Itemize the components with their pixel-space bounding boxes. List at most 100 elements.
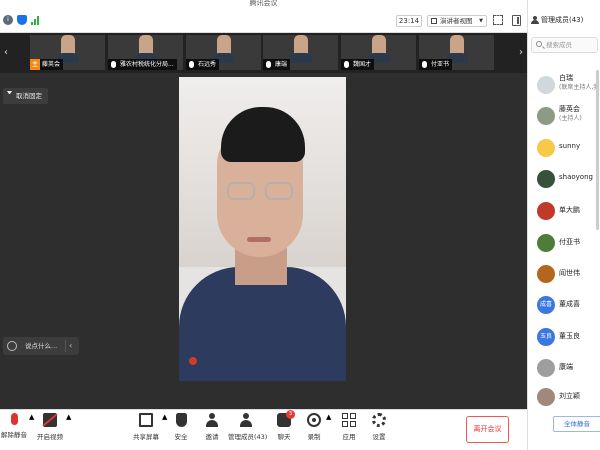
member-name: 阎世伟 xyxy=(559,269,580,277)
mic-icon xyxy=(422,61,427,68)
emoji-icon[interactable] xyxy=(7,341,17,351)
chevron-left-icon[interactable]: ‹ xyxy=(0,33,12,73)
member-item[interactable]: 阎世伟 xyxy=(528,264,600,284)
member-item[interactable]: 白瑞 (联席主持人,我) xyxy=(528,74,600,95)
participant-thumbnail[interactable]: 康端 xyxy=(263,35,338,70)
member-item[interactable]: sunny xyxy=(528,138,600,158)
mute-all-button[interactable]: 全体静音 xyxy=(553,416,600,432)
settings-label: 设置 xyxy=(372,433,386,441)
mic-icon xyxy=(266,61,271,68)
add-user-icon xyxy=(205,413,219,427)
unpin-button[interactable]: 取消固定 xyxy=(3,88,48,104)
video-label: 开启视频 xyxy=(37,433,63,441)
chevron-up-icon[interactable]: ▲ xyxy=(162,413,167,421)
fullscreen-icon[interactable] xyxy=(493,15,503,25)
invite-label: 邀请 xyxy=(205,433,219,441)
avatar xyxy=(537,388,555,406)
thumbnail-label: 魏国才 xyxy=(341,59,375,70)
unread-badge: 3 xyxy=(286,410,295,419)
record-label: 录制 xyxy=(307,433,321,441)
signal-strength-icon[interactable] xyxy=(31,15,41,25)
member-item[interactable]: 康端 xyxy=(528,358,600,378)
mute-button[interactable]: 解除静音 xyxy=(1,413,27,439)
participant-thumbnail-strip: ‹ 藤英会 主 雅农村税统化分局... 石远秀 康端 魏国才 付亚书 › xyxy=(0,33,527,73)
participant-thumbnail[interactable]: 石远秀 xyxy=(186,35,261,70)
title-bar: 腾讯会议 i 23:14 演讲者视图 ▼ xyxy=(0,0,527,33)
security-shield-icon[interactable] xyxy=(17,15,27,25)
sidebar-scrollbar[interactable] xyxy=(596,70,599,230)
member-role: (联席主持人,我) xyxy=(559,84,600,91)
glasses-left-lens xyxy=(227,182,255,200)
chevron-up-icon[interactable]: ▲ xyxy=(326,413,331,421)
member-item[interactable]: 藤英会 (主持人) xyxy=(528,105,600,126)
main-video-stage: 取消固定 说点什么... ‹ xyxy=(0,73,527,409)
security-button[interactable]: 安全 xyxy=(172,413,190,441)
avatar xyxy=(537,170,555,188)
apps-button[interactable]: 应用 xyxy=(340,413,358,441)
side-panel-toggle-icon[interactable] xyxy=(512,15,521,26)
member-item[interactable]: 成喜 董成喜 xyxy=(528,295,600,315)
leave-meeting-button[interactable]: 离开会议 xyxy=(466,416,509,443)
share-screen-button[interactable]: 共享屏幕 xyxy=(133,413,159,441)
chat-label: 聊天 xyxy=(277,433,291,441)
screen-share-icon xyxy=(139,413,153,427)
manage-members-button[interactable]: 管理成员(43) xyxy=(228,413,268,441)
participant-thumbnail[interactable]: 雅农村税统化分局... xyxy=(108,35,183,70)
video-button[interactable]: 开启视频 xyxy=(37,413,63,441)
member-search-input[interactable]: 搜索成员 xyxy=(531,37,598,53)
search-icon xyxy=(536,41,542,47)
participant-face xyxy=(217,35,231,55)
participant-face xyxy=(139,35,153,55)
member-name-block: 藤英会 (主持人) xyxy=(559,105,582,123)
view-mode-dropdown[interactable]: 演讲者视图 ▼ xyxy=(427,15,487,27)
meeting-toolbar: 解除静音 ▲ 开启视频 ▲ 共享屏幕 ▲ 安全 邀请 管理成员(43) 3 聊天… xyxy=(0,409,527,450)
member-item[interactable]: 单大鹏 xyxy=(528,201,600,221)
member-name: 白瑞 xyxy=(559,74,573,82)
avatar xyxy=(537,202,555,220)
member-item[interactable]: 付亚书 xyxy=(528,233,600,253)
pin-icon xyxy=(7,91,12,100)
participant-thumbnail[interactable]: 藤英会 主 xyxy=(30,35,105,70)
avatar xyxy=(537,76,555,94)
chat-icon: 3 xyxy=(277,410,295,427)
apps-tile xyxy=(342,421,348,427)
member-name: 康端 xyxy=(559,363,573,371)
record-button[interactable]: 录制 xyxy=(305,413,323,441)
security-label: 安全 xyxy=(174,433,188,441)
info-icon[interactable]: i xyxy=(3,15,13,25)
host-badge: 主 xyxy=(30,59,40,70)
divider xyxy=(65,340,66,352)
quick-chat-input[interactable]: 说点什么... ‹ xyxy=(3,337,79,355)
settings-button[interactable]: 设置 xyxy=(370,413,388,441)
member-item[interactable]: 玉良 董玉良 xyxy=(528,327,600,347)
thumbnail-name: 康端 xyxy=(275,61,288,68)
avatar xyxy=(537,107,555,125)
apps-tile xyxy=(350,421,356,427)
participant-body xyxy=(290,53,312,63)
chevron-up-icon[interactable]: ▲ xyxy=(66,413,71,421)
invite-button[interactable]: 邀请 xyxy=(203,413,221,441)
member-name: 藤英会 xyxy=(559,105,580,113)
avatar xyxy=(537,359,555,377)
member-role: (主持人) xyxy=(559,115,582,122)
participant-thumbnail[interactable]: 魏国才 xyxy=(341,35,416,70)
avatar xyxy=(537,139,555,157)
unpin-label: 取消固定 xyxy=(16,92,42,100)
member-name-block: 白瑞 (联席主持人,我) xyxy=(559,74,600,92)
participant-thumbnail[interactable]: 付亚书 xyxy=(419,35,494,70)
chevron-up-icon[interactable]: ▲ xyxy=(29,413,34,421)
thumbnail-name: 石远秀 xyxy=(198,61,217,68)
chevron-left-icon[interactable]: ‹ xyxy=(69,337,72,355)
chevron-down-icon: ▼ xyxy=(479,18,483,24)
participant-face xyxy=(372,35,386,55)
grid-icon xyxy=(431,18,437,24)
member-item[interactable]: shaoyong xyxy=(528,169,600,189)
member-item[interactable]: 刘立颖 xyxy=(528,387,600,407)
member-name: 刘立颖 xyxy=(559,392,580,400)
chevron-right-icon[interactable]: › xyxy=(515,33,527,73)
members-label: 管理成员(43) xyxy=(228,433,268,441)
avatar xyxy=(537,265,555,283)
chat-button[interactable]: 3 聊天 xyxy=(275,410,295,441)
quick-chat-placeholder: 说点什么... xyxy=(25,342,58,350)
thumbnail-name: 藤英会 xyxy=(42,61,61,68)
